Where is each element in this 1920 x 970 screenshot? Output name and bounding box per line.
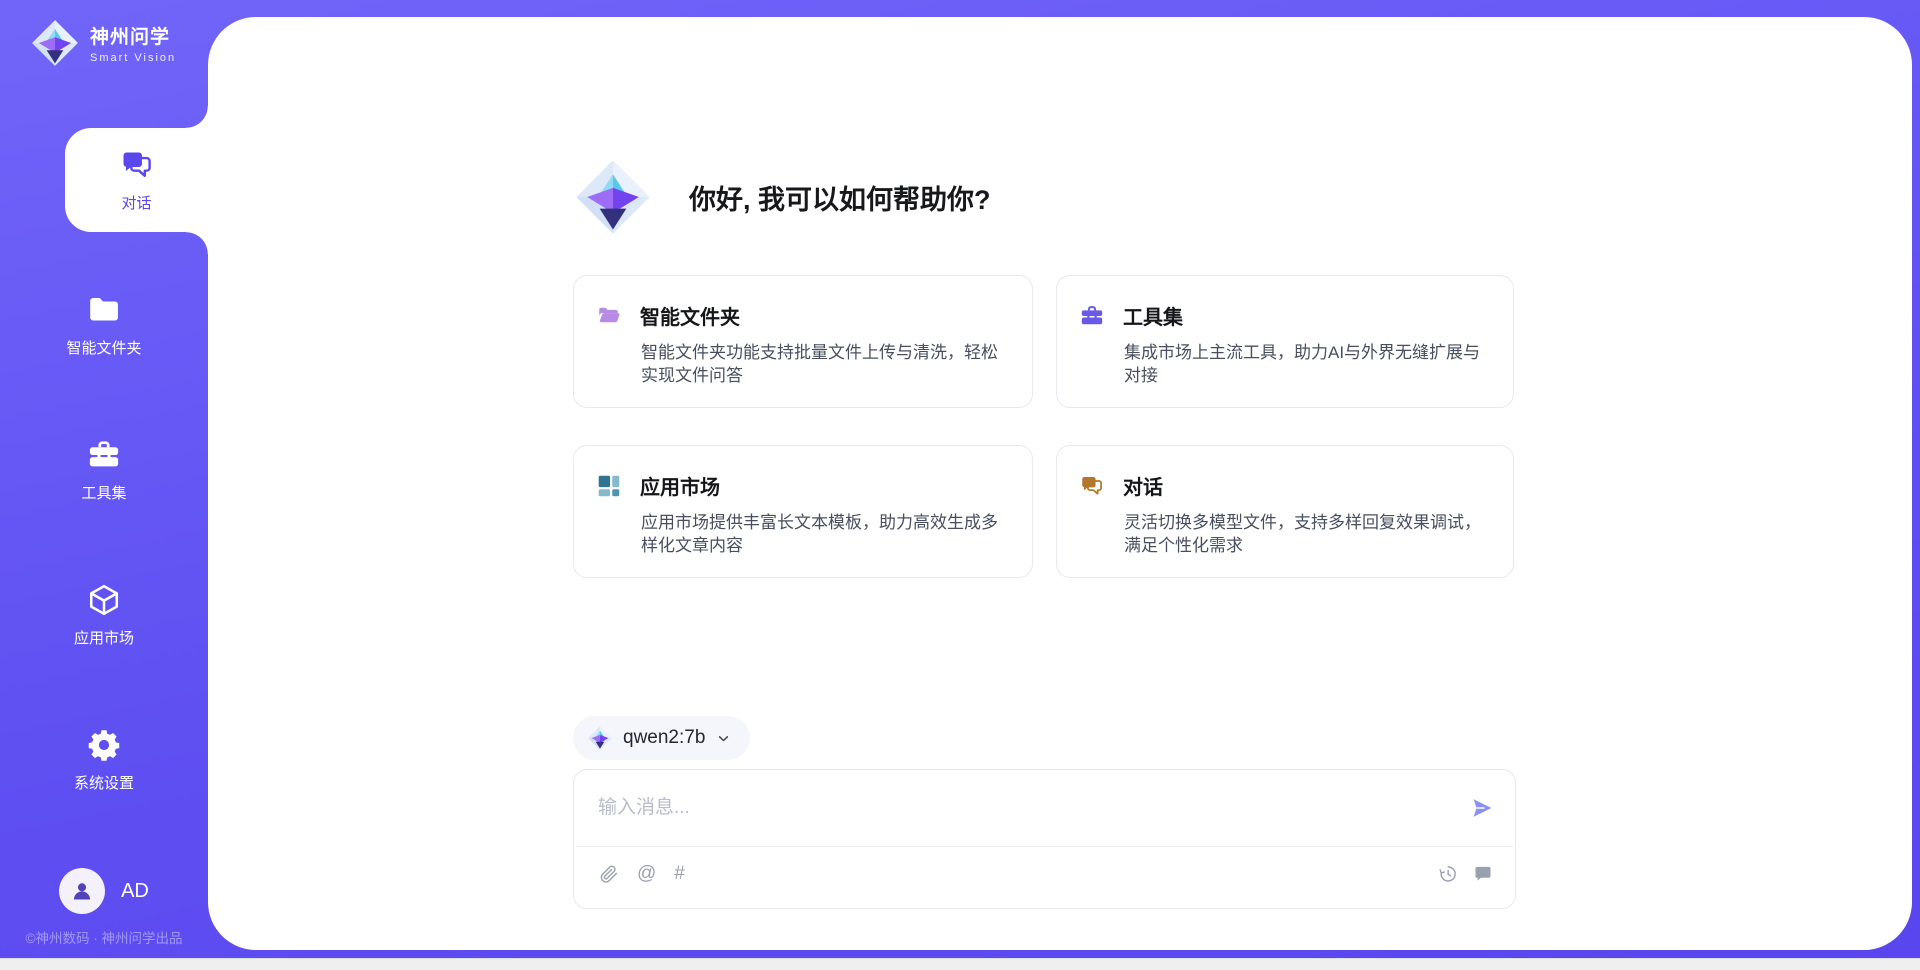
sidebar-item-system-settings[interactable]: 系统设置 (0, 708, 208, 812)
avatar (59, 868, 105, 914)
folder-open-icon (596, 303, 622, 329)
card-header: 智能文件夹 (596, 301, 1006, 330)
hash-icon[interactable]: # (674, 864, 685, 884)
send-icon (1470, 796, 1494, 820)
gem-logo-icon (587, 725, 613, 751)
mention-icon[interactable]: @ (637, 864, 656, 884)
send-button[interactable] (1469, 795, 1495, 821)
briefcase-icon (1079, 303, 1105, 329)
card-header: 应用市场 (596, 471, 1006, 500)
user-avatar-icon (69, 878, 95, 904)
card-header: 工具集 (1079, 301, 1487, 330)
copyright-text: ©神州数码 · 神州问学出品 (0, 927, 208, 947)
cube-icon (86, 582, 122, 618)
gem-logo-icon (30, 18, 80, 68)
history-clock-icon (1438, 864, 1458, 884)
grid-icon (596, 473, 622, 499)
card-description: 灵活切换多模型文件，支持多样回复效果调试，满足个性化需求 (1124, 511, 1487, 557)
greeting: 你好, 我可以如何帮助你? (573, 157, 991, 237)
active-tab-bottom-fillet (186, 232, 208, 254)
model-name: qwen2:7b (623, 727, 705, 749)
brand-name: 神州问学 (90, 22, 176, 49)
card-title: 对话 (1123, 471, 1163, 500)
composer-tools: @ # (574, 847, 1515, 884)
card-title: 应用市场 (640, 471, 720, 500)
sidebar: 神州问学 Smart Vision 对话 智能文件夹 工具集 应用市场 系统设置 (0, 0, 208, 970)
card-toolset[interactable]: 工具集 集成市场上主流工具，助力AI与外界无缝扩展与对接 (1056, 275, 1514, 408)
sidebar-item-chat[interactable]: 对话 (65, 128, 208, 232)
message-composer: @ # (573, 769, 1516, 909)
card-chat[interactable]: 对话 灵活切换多模型文件，支持多样回复效果调试，满足个性化需求 (1056, 445, 1514, 578)
sidebar-item-label: 应用市场 (74, 627, 134, 648)
history-icon[interactable] (1438, 864, 1458, 884)
comment-icon[interactable] (1473, 864, 1493, 884)
card-description: 集成市场上主流工具，助力AI与外界无缝扩展与对接 (1124, 341, 1487, 387)
composer-input-row (574, 770, 1515, 846)
briefcase-icon (86, 437, 122, 473)
sidebar-item-label: 工具集 (81, 482, 126, 503)
attachment-icon[interactable] (599, 864, 619, 884)
greeting-text: 你好, 我可以如何帮助你? (689, 178, 991, 217)
bottom-scrollbar-strip[interactable] (0, 958, 1920, 970)
brand-subtitle: Smart Vision (90, 52, 176, 64)
folder-icon (86, 292, 122, 328)
card-description: 智能文件夹功能支持批量文件上传与清洗，轻松实现文件问答 (641, 341, 1006, 387)
card-app-market[interactable]: 应用市场 应用市场提供丰富长文本模板，助力高效生成多样化文章内容 (573, 445, 1033, 578)
composer-right-tools (1438, 864, 1493, 884)
sidebar-item-label: 对话 (121, 192, 151, 213)
app-window: 神州问学 Smart Vision 对话 智能文件夹 工具集 应用市场 系统设置 (0, 0, 1920, 970)
sidebar-item-app-market[interactable]: 应用市场 (0, 563, 208, 667)
card-description: 应用市场提供丰富长文本模板，助力高效生成多样化文章内容 (641, 511, 1006, 557)
shortcut-cards: 智能文件夹 智能文件夹功能支持批量文件上传与清洗，轻松实现文件问答 工具集 集成… (573, 275, 1514, 578)
gear-icon (86, 727, 122, 763)
brand: 神州问学 Smart Vision (30, 18, 176, 68)
chat-icon (119, 147, 155, 183)
card-header: 对话 (1079, 471, 1487, 500)
chat-icon (1079, 473, 1105, 499)
comment-bubble-icon (1473, 864, 1493, 884)
gem-logo-icon (573, 157, 653, 237)
user-chip[interactable]: AD (0, 868, 208, 914)
message-input[interactable] (598, 797, 1469, 819)
sidebar-item-smart-folders[interactable]: 智能文件夹 (0, 273, 208, 377)
composer-left-tools: @ # (599, 864, 685, 884)
sidebar-item-toolset[interactable]: 工具集 (0, 418, 208, 522)
sidebar-item-label: 系统设置 (74, 772, 134, 793)
card-title: 工具集 (1123, 301, 1183, 330)
active-tab-top-fillet (186, 106, 208, 128)
sidebar-item-label: 智能文件夹 (66, 337, 141, 358)
user-name: AD (121, 880, 149, 903)
card-title: 智能文件夹 (640, 301, 740, 330)
chevron-down-icon (715, 730, 732, 747)
model-selector[interactable]: qwen2:7b (573, 716, 750, 760)
main-panel: 你好, 我可以如何帮助你? 智能文件夹 智能文件夹功能支持批量文件上传与清洗，轻… (208, 17, 1912, 950)
card-smart-folders[interactable]: 智能文件夹 智能文件夹功能支持批量文件上传与清洗，轻松实现文件问答 (573, 275, 1033, 408)
paperclip-icon (599, 864, 619, 884)
